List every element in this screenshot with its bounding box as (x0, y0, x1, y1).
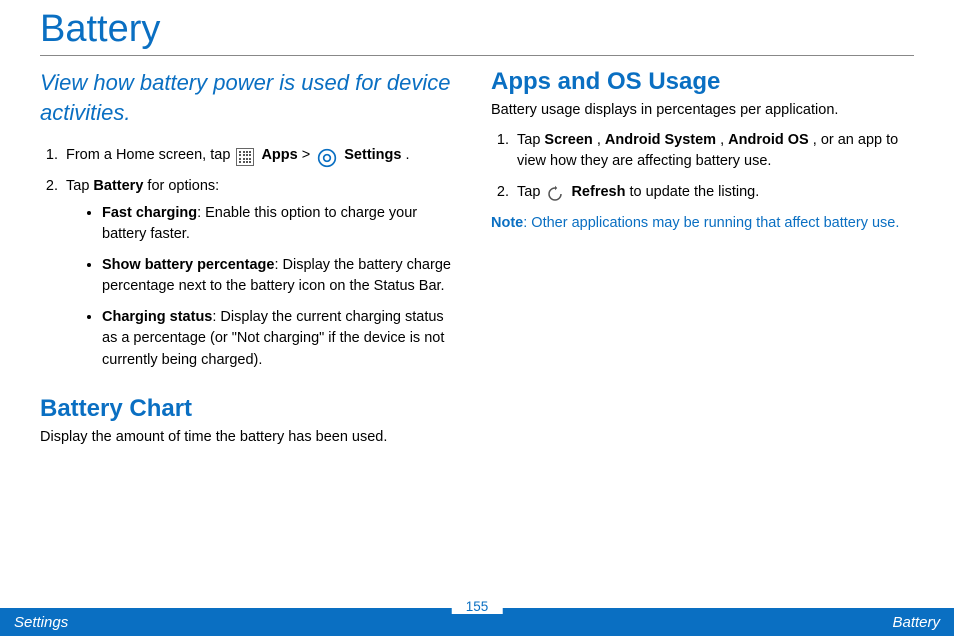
step-item: Tap Battery for options: Fast charging: … (62, 176, 463, 370)
apps-os-heading: Apps and OS Usage (491, 68, 914, 96)
step-text: to update the listing. (629, 184, 759, 200)
settings-label: Settings (344, 147, 401, 163)
footer-right: Battery (892, 614, 940, 631)
step-text: . (406, 147, 410, 163)
page-footer: 155 Settings Battery (0, 608, 954, 636)
step-item: Tap Refresh to update the listing. (513, 182, 914, 203)
screen-label: Screen (544, 132, 592, 148)
footer-left: Settings (14, 614, 68, 631)
battery-label: Battery (93, 178, 143, 194)
android-system-label: Android System (605, 132, 716, 148)
page-subtitle: View how battery power is used for devic… (40, 68, 463, 127)
page: Battery View how battery power is used f… (0, 0, 954, 636)
step-text: , (597, 132, 605, 148)
settings-icon (317, 148, 337, 168)
step-text: Tap (517, 184, 544, 200)
bullet-label: Show battery percentage (102, 257, 274, 273)
android-os-label: Android OS (728, 132, 809, 148)
battery-chart-lead: Display the amount of time the battery h… (40, 427, 463, 447)
left-column: View how battery power is used for devic… (40, 68, 463, 457)
step-text: From a Home screen, tap (66, 147, 234, 163)
steps-list-right: Tap Screen , Android System , Android OS… (491, 130, 914, 203)
note: Note: Other applications may be running … (491, 213, 914, 234)
apps-label: Apps (261, 147, 297, 163)
list-item: Show battery percentage: Display the bat… (102, 255, 463, 297)
step-item: Tap Screen , Android System , Android OS… (513, 130, 914, 172)
columns: View how battery power is used for devic… (40, 68, 914, 457)
title-rule (40, 55, 914, 56)
apps-icon (236, 148, 254, 166)
step-text: > (302, 147, 315, 163)
battery-chart-heading: Battery Chart (40, 395, 463, 423)
apps-os-lead: Battery usage displays in percentages pe… (491, 100, 914, 120)
step-text: , (720, 132, 728, 148)
list-item: Charging status: Display the current cha… (102, 307, 463, 370)
list-item: Fast charging: Enable this option to cha… (102, 203, 463, 245)
refresh-label: Refresh (571, 184, 625, 200)
content-area: Battery View how battery power is used f… (0, 0, 954, 608)
bullets-list: Fast charging: Enable this option to cha… (66, 203, 463, 370)
bullet-label: Charging status (102, 309, 212, 325)
page-number: 155 (452, 599, 503, 614)
step-text: Tap (517, 132, 544, 148)
page-title: Battery (40, 8, 914, 51)
note-text: : Other applications may be running that… (523, 215, 899, 231)
note-label: Note (491, 215, 523, 231)
right-column: Apps and OS Usage Battery usage displays… (491, 68, 914, 457)
step-item: From a Home screen, tap Apps > Settings … (62, 145, 463, 166)
refresh-icon (546, 185, 564, 203)
steps-list-left: From a Home screen, tap Apps > Settings … (40, 145, 463, 370)
step-text: Tap (66, 178, 93, 194)
bullet-label: Fast charging (102, 205, 197, 221)
step-text: for options: (147, 178, 219, 194)
